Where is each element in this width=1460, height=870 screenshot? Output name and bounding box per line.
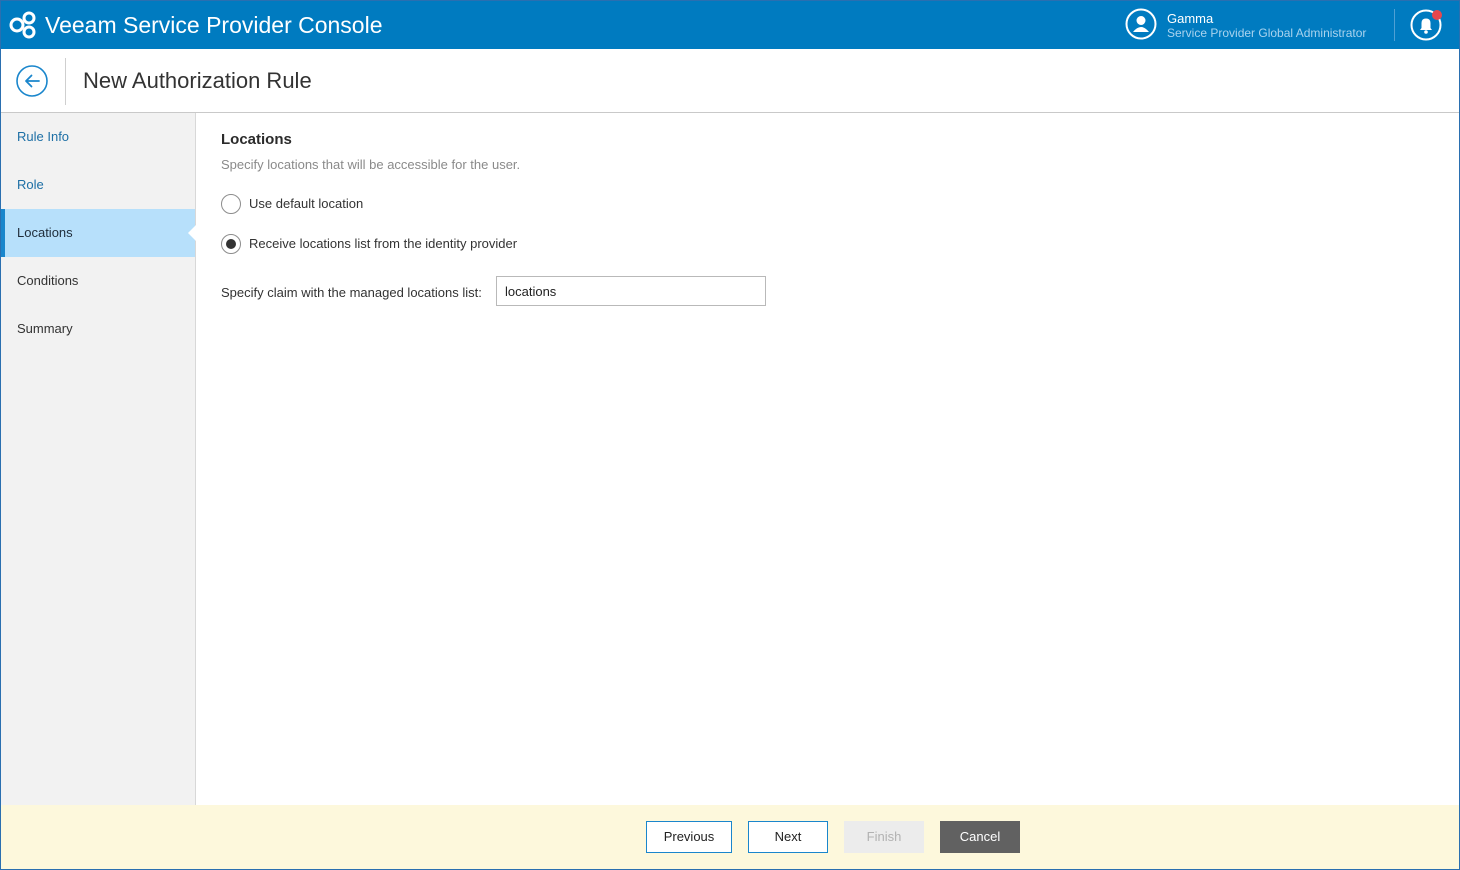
- step-role[interactable]: Role: [1, 161, 195, 209]
- topbar-divider: [1394, 9, 1395, 41]
- step-summary[interactable]: Summary: [1, 305, 195, 353]
- user-icon[interactable]: [1125, 8, 1157, 40]
- notification-badge: [1432, 10, 1442, 20]
- wizard-footer: Previous Next Finish Cancel: [1, 805, 1459, 869]
- veeam-logo-icon: [9, 11, 36, 39]
- option-label: Receive locations list from the identity…: [249, 236, 518, 251]
- next-button[interactable]: Next: [748, 821, 828, 853]
- cancel-button[interactable]: Cancel: [940, 821, 1020, 853]
- step-conditions[interactable]: Conditions: [1, 257, 195, 305]
- option-label: Use default location: [249, 196, 364, 211]
- section-description: Specify locations that will be accessibl…: [221, 157, 521, 172]
- step-rule-info[interactable]: Rule Info: [1, 113, 195, 161]
- wizard-content: Locations Specify locations that will be…: [196, 113, 1459, 805]
- top-bar: Veeam Service Provider Console Gamma Ser…: [1, 1, 1459, 49]
- claim-label: Specify claim with the managed locations…: [221, 285, 482, 300]
- app-window: Veeam Service Provider Console Gamma Ser…: [0, 0, 1460, 870]
- page-title: New Authorization Rule: [83, 68, 312, 93]
- previous-button[interactable]: Previous: [646, 821, 732, 853]
- section-title: Locations: [221, 131, 292, 148]
- finish-button: Finish: [844, 821, 924, 853]
- step-locations[interactable]: Locations: [1, 209, 196, 257]
- header-divider: [65, 58, 66, 105]
- radio-default-location[interactable]: [221, 194, 241, 214]
- wizard-steps: Rule Info Role Locations Conditions Summ…: [1, 113, 196, 805]
- radio-identity-provider[interactable]: [221, 234, 241, 254]
- app-title: Veeam Service Provider Console: [45, 12, 383, 38]
- arrow-left-icon[interactable]: [16, 65, 48, 97]
- page-header: New Authorization Rule: [1, 49, 1459, 113]
- user-name[interactable]: Gamma: [1167, 11, 1213, 26]
- claim-input[interactable]: [496, 276, 766, 306]
- user-role: Service Provider Global Administrator: [1167, 26, 1367, 40]
